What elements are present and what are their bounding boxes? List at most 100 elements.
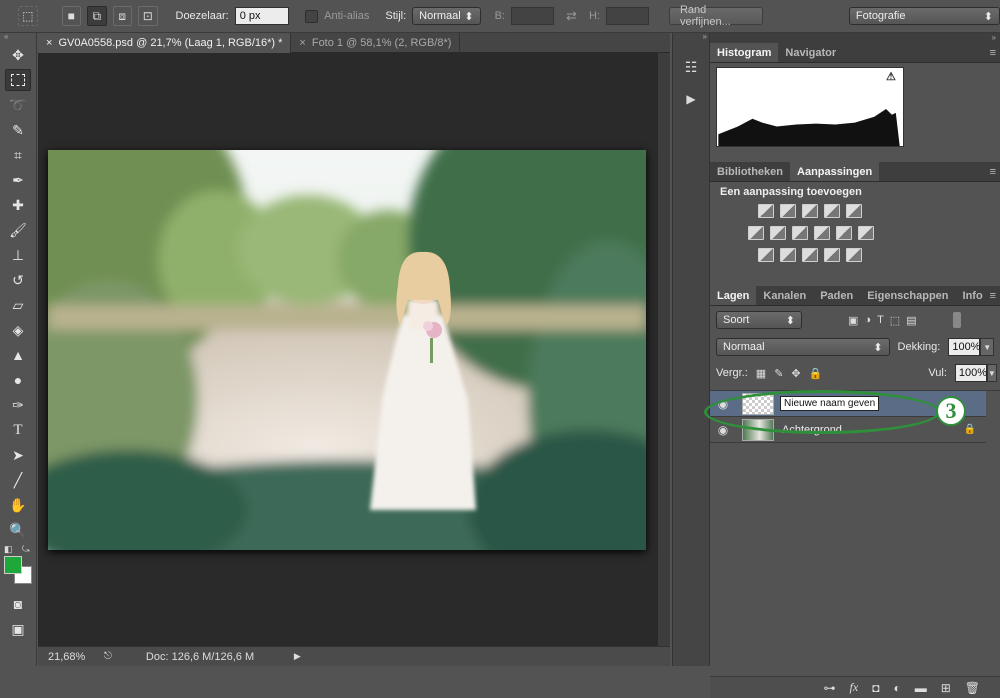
channel-mixer-icon[interactable] [836, 226, 852, 240]
threshold-icon[interactable] [802, 248, 818, 262]
warning-triangle-icon[interactable]: ⚠ [886, 70, 896, 83]
share-icon[interactable]: ⎋ [104, 651, 112, 662]
vibrance-icon[interactable] [846, 204, 862, 218]
filter-pixel-icon[interactable]: ▣ [848, 314, 858, 327]
panel-menu-icon[interactable]: ≡ [990, 47, 996, 59]
rectangular-marquee-tool-icon[interactable] [5, 69, 31, 91]
panel-collapse-bar[interactable]: » [710, 33, 1000, 43]
dodge-tool-icon[interactable]: ● [5, 369, 31, 391]
hue-saturation-icon[interactable] [748, 226, 764, 240]
type-tool-icon[interactable]: T [5, 419, 31, 441]
default-colors-icon[interactable]: ◧ [4, 544, 13, 555]
panel-menu-icon[interactable]: ≡ [990, 166, 996, 178]
tab-channels[interactable]: Kanalen [756, 286, 813, 305]
status-menu-arrow-icon[interactable]: ▶ [294, 651, 301, 662]
path-selection-tool-icon[interactable]: ➤ [5, 444, 31, 466]
feather-input[interactable]: 0 px [234, 7, 290, 25]
black-white-icon[interactable] [792, 226, 808, 240]
document-photo[interactable] [48, 150, 646, 550]
refine-edge-button[interactable]: Rand verfijnen... [668, 4, 763, 28]
color-lookup-icon[interactable] [858, 226, 874, 240]
invert-icon[interactable] [758, 248, 774, 262]
brightness-contrast-icon[interactable] [758, 204, 774, 218]
filter-smartobject-icon[interactable]: ▤ [906, 314, 916, 327]
filter-toggle[interactable] [952, 312, 961, 328]
add-mask-icon[interactable]: ◘ [872, 681, 879, 695]
new-layer-icon[interactable]: ⊞ [941, 681, 951, 695]
marquee-tool-preset-icon[interactable]: ⬚ [18, 6, 38, 26]
clone-stamp-tool-icon[interactable]: ⊥ [5, 244, 31, 266]
new-group-icon[interactable]: ▬ [915, 681, 927, 695]
fill-input[interactable]: 100% [954, 364, 987, 382]
zoom-level[interactable]: 21,68% [48, 651, 94, 663]
color-balance-icon[interactable] [770, 226, 786, 240]
exposure-icon[interactable] [824, 204, 840, 218]
intersect-selection-icon[interactable]: ⊡ [138, 6, 158, 26]
crop-tool-icon[interactable]: ⌗ [5, 144, 31, 166]
quick-selection-tool-icon[interactable]: ✎ [5, 119, 31, 141]
style-select[interactable]: Normaal ⬍ [412, 7, 481, 25]
swap-colors-icon[interactable]: ⤿ [22, 544, 30, 555]
tab-gv0a0558[interactable]: × GV0A0558.psd @ 21,7% (Laag 1, RGB/16*) … [38, 32, 292, 53]
close-icon[interactable]: × [299, 37, 305, 49]
swap-arrows-icon[interactable]: ⇄ [566, 8, 577, 24]
zoom-tool-icon[interactable]: 🔍 [5, 519, 31, 541]
layer-filter-select[interactable]: Soort ⬍ [716, 311, 802, 329]
tab-histogram[interactable]: Histogram [710, 43, 779, 62]
history-brush-tool-icon[interactable]: ↺ [5, 269, 31, 291]
panel-menu-icon[interactable]: ≡ [990, 290, 996, 302]
lock-transparent-icon[interactable]: ▦ [756, 367, 766, 380]
link-layers-icon[interactable]: ⊶ [824, 681, 836, 695]
tab-foto-1[interactable]: × Foto 1 @ 58,1% (2, RGB/8*) [291, 32, 461, 53]
tab-navigator[interactable]: Navigator [778, 43, 843, 62]
collapse-panels-icon[interactable]: » [673, 33, 709, 41]
hand-tool-icon[interactable]: ✋ [5, 494, 31, 516]
blend-mode-select[interactable]: Normaal ⬍ [716, 338, 890, 356]
blur-tool-icon[interactable]: ▲ [5, 344, 31, 366]
filter-shape-icon[interactable]: ⬚ [890, 314, 900, 327]
collapse-toolbar-icon[interactable]: « [0, 33, 36, 41]
tab-info[interactable]: Info [956, 286, 990, 305]
height-input[interactable] [605, 7, 649, 25]
screen-mode-icon[interactable]: ▣ [5, 618, 31, 640]
filter-type-icon[interactable]: T [877, 314, 884, 326]
actions-panel-icon[interactable]: ▶ [679, 87, 703, 111]
fill-dropdown-icon[interactable]: ▼ [986, 364, 997, 382]
tab-adjustments[interactable]: Aanpassingen [790, 162, 880, 181]
posterize-icon[interactable] [780, 248, 796, 262]
width-input[interactable] [510, 7, 555, 25]
filter-adjustment-icon[interactable]: ◑ [864, 314, 871, 326]
gradient-map-icon[interactable] [846, 248, 862, 262]
eraser-tool-icon[interactable]: ▱ [5, 294, 31, 316]
photo-filter-icon[interactable] [814, 226, 830, 240]
healing-brush-tool-icon[interactable]: ✚ [5, 194, 31, 216]
selective-color-icon[interactable] [824, 248, 840, 262]
new-selection-icon[interactable]: ■ [61, 6, 81, 26]
new-adjustment-layer-icon[interactable]: ◐ [893, 681, 900, 695]
eyedropper-tool-icon[interactable]: ✒ [5, 169, 31, 191]
antialias-checkbox[interactable] [305, 9, 319, 23]
lasso-tool-icon[interactable]: ➰ [5, 94, 31, 116]
line-tool-icon[interactable]: ╱ [5, 469, 31, 491]
opacity-input[interactable]: 100% [948, 338, 980, 356]
close-icon[interactable]: × [46, 37, 52, 49]
lock-position-icon[interactable]: ✥ [791, 367, 800, 380]
tab-layers[interactable]: Lagen [710, 286, 757, 305]
workspace-select[interactable]: Fotografie ⬍ [848, 7, 1000, 25]
subtract-from-selection-icon[interactable]: ⧈ [112, 6, 132, 26]
delete-layer-icon[interactable]: 🗑 [965, 681, 980, 695]
add-to-selection-icon[interactable]: ⧉ [87, 6, 107, 26]
tab-properties[interactable]: Eigenschappen [860, 286, 955, 305]
tab-paths[interactable]: Paden [813, 286, 860, 305]
vertical-scrollbar[interactable] [658, 53, 670, 646]
levels-icon[interactable] [780, 204, 796, 218]
history-panel-icon[interactable]: ☷ [679, 55, 703, 79]
quick-mask-icon[interactable]: ◙ [5, 593, 31, 615]
tab-libraries[interactable]: Bibliotheken [710, 162, 790, 181]
lock-image-icon[interactable]: ✎ [774, 367, 783, 380]
paint-bucket-tool-icon[interactable]: ◈ [5, 319, 31, 341]
brush-tool-icon[interactable]: 🖌 [5, 219, 31, 241]
layer-style-icon[interactable]: fx [850, 680, 859, 695]
pen-tool-icon[interactable]: ✑ [5, 394, 31, 416]
foreground-color-swatch[interactable] [4, 556, 22, 574]
